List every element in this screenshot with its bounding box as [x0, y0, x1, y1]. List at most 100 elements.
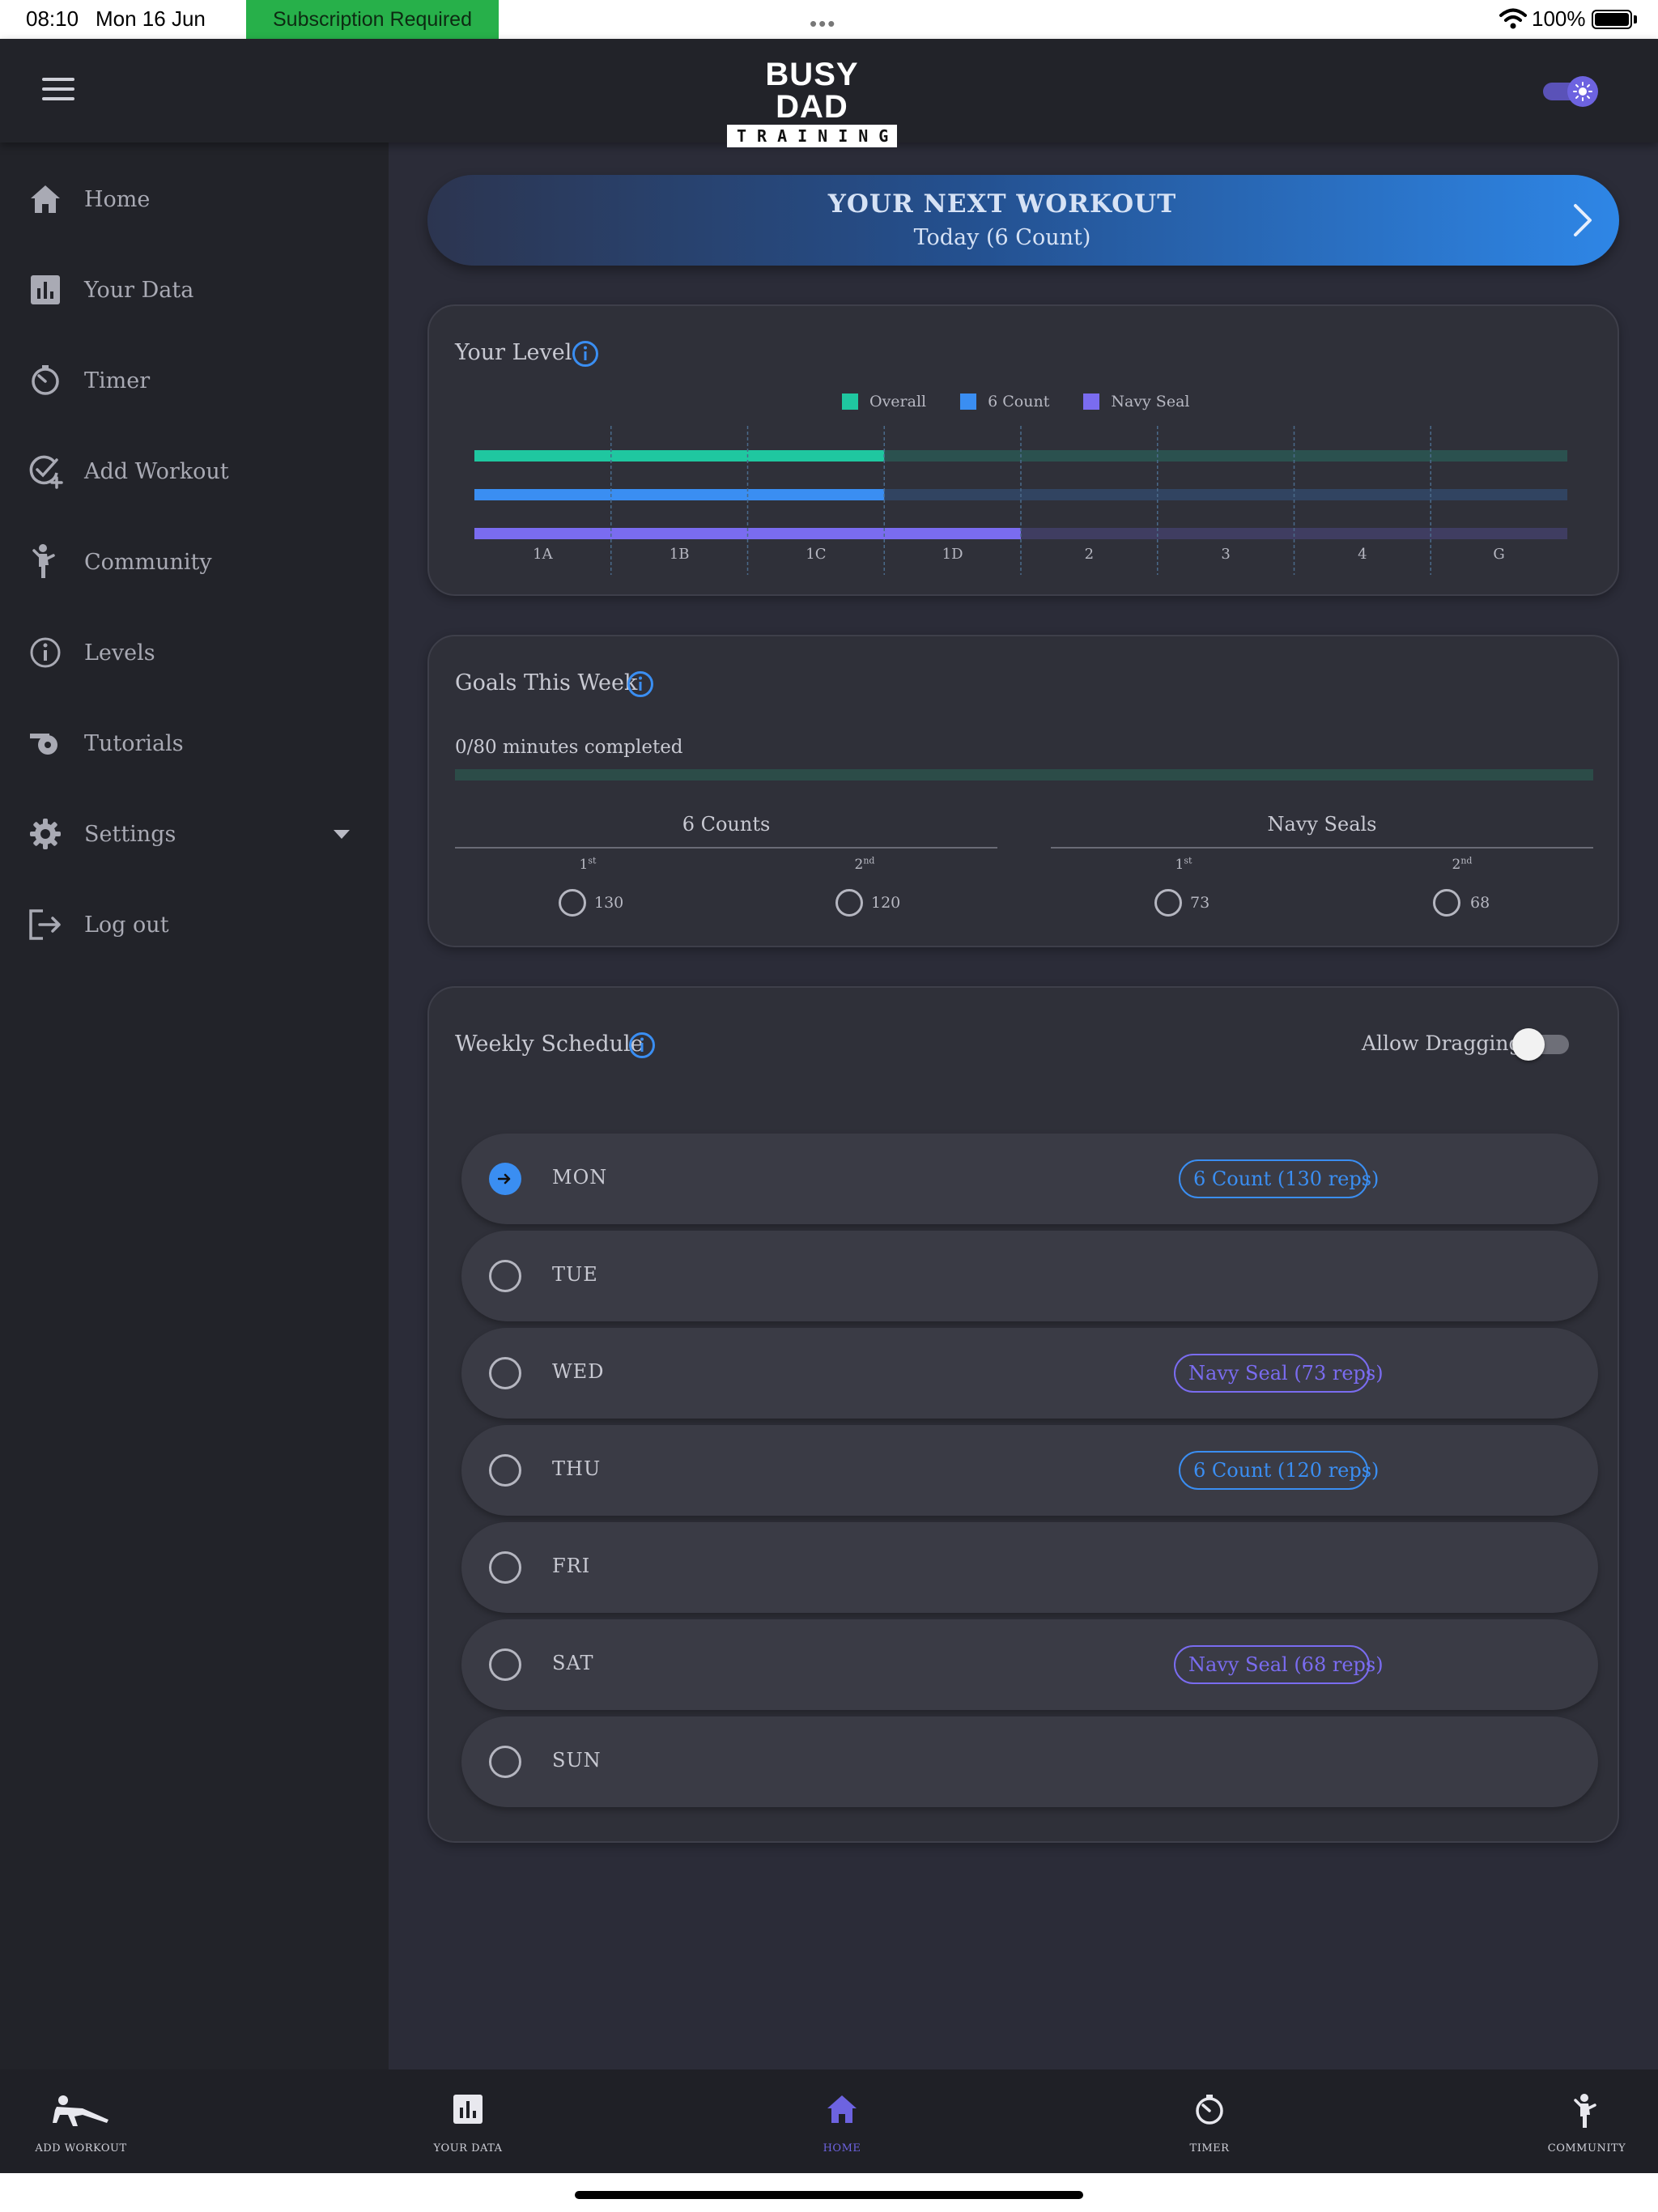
wifi-icon	[1499, 8, 1527, 29]
home-icon	[28, 181, 63, 217]
hamburger-menu-icon[interactable]	[42, 78, 74, 104]
legend-swatch-six-count	[960, 393, 977, 410]
legend-label: 6 Count	[988, 393, 1050, 410]
schedule-day-row[interactable]: THU 6 Count (120 reps)	[461, 1425, 1598, 1516]
chevron-down-icon[interactable]	[334, 829, 350, 839]
app-logo: BUSY DAD TRAINING	[727, 58, 897, 147]
sidebar-item-label: Settings	[84, 821, 176, 847]
app-header: BUSY DAD TRAINING	[0, 39, 1658, 147]
logo-top-text: BUSY DAD	[765, 57, 859, 125]
goal-group-title: Navy Seals	[1267, 813, 1377, 836]
day-radio[interactable]	[489, 1163, 521, 1195]
schedule-day-row[interactable]: FRI	[461, 1522, 1598, 1613]
day-label: SAT	[552, 1652, 594, 1674]
multitasking-dots[interactable]: •••	[810, 11, 836, 36]
home-indicator[interactable]	[575, 2191, 1083, 2199]
status-date: Mon 16 Jun	[96, 6, 206, 31]
goal-checkbox[interactable]	[835, 889, 863, 917]
goal-checkbox[interactable]	[1433, 889, 1460, 917]
goal-checkbox[interactable]	[559, 889, 586, 917]
workout-chip[interactable]: 6 Count (120 reps)	[1179, 1451, 1379, 1490]
community-icon	[28, 544, 63, 580]
schedule-day-row[interactable]: TUE	[461, 1231, 1598, 1321]
day-label: FRI	[552, 1555, 591, 1577]
workout-chip[interactable]: 6 Count (130 reps)	[1179, 1159, 1379, 1198]
schedule-day-row[interactable]: WED Navy Seal (73 reps)	[461, 1328, 1598, 1419]
community-icon	[1506, 2094, 1658, 2133]
chart-tick-label: 2	[1085, 546, 1094, 563]
pushup-icon	[0, 2094, 162, 2133]
theme-toggle[interactable]	[1543, 76, 1598, 107]
sidebar-item-levels[interactable]: Levels	[0, 620, 389, 685]
goal-value: 73	[1190, 894, 1210, 912]
tab-community[interactable]: COMMUNITY	[1506, 2069, 1658, 2173]
bar-chart-icon	[28, 272, 63, 308]
home-icon	[761, 2094, 923, 2133]
subscription-banner[interactable]: Subscription Required	[246, 0, 499, 39]
goal-checkbox[interactable]	[1154, 889, 1182, 917]
tab-timer[interactable]: TIMER	[1129, 2069, 1290, 2173]
workout-chip[interactable]: Navy Seal (73 reps)	[1174, 1354, 1384, 1393]
sidebar-item-logout[interactable]: Log out	[0, 892, 389, 957]
legend-label: Overall	[869, 393, 927, 410]
chart-tick-label: 4	[1358, 546, 1367, 563]
tab-home[interactable]: HOME	[761, 2069, 923, 2173]
home-indicator-area	[0, 2173, 1658, 2212]
schedule-day-row[interactable]: SAT Navy Seal (68 reps)	[461, 1619, 1598, 1710]
schedule-day-row[interactable]: MON 6 Count (130 reps)	[461, 1134, 1598, 1224]
status-bar: 08:10 Mon 16 Jun Subscription Required •…	[0, 0, 1658, 39]
tab-add-workout[interactable]: ADD WORKOUT	[0, 2069, 162, 2173]
chart-tick-label: 1B	[670, 546, 690, 563]
tab-label: TIMER	[1189, 2142, 1230, 2155]
sidebar-item-timer[interactable]: Timer	[0, 348, 389, 413]
day-radio[interactable]	[489, 1454, 521, 1487]
sidebar-item-label: Log out	[84, 912, 169, 938]
goal-group-divider	[455, 847, 997, 849]
allow-dragging-switch[interactable]	[1512, 1028, 1569, 1061]
chart-tick-label: G	[1493, 546, 1504, 563]
add-workout-icon	[28, 453, 63, 489]
info-icon[interactable]	[627, 670, 654, 698]
goal-ordinal: 2nd	[1452, 855, 1473, 873]
sidebar-item-your-data[interactable]: Your Data	[0, 257, 389, 322]
goal-ordinal: 1st	[1175, 855, 1192, 873]
goal-ordinal: 1st	[579, 855, 597, 873]
whistle-icon	[28, 725, 63, 761]
goal-group-divider	[1051, 847, 1593, 849]
sidebar-item-label: Your Data	[84, 277, 194, 303]
level-chart: 1A 1B 1C 1D 2 3 4 G	[474, 426, 1567, 575]
gear-icon	[28, 816, 63, 852]
info-icon[interactable]	[572, 340, 599, 368]
sidebar-item-label: Community	[84, 549, 212, 575]
sidebar-item-settings[interactable]: Settings	[0, 802, 389, 866]
level-bar	[474, 450, 885, 462]
tab-label: ADD WORKOUT	[35, 2142, 127, 2155]
chart-tick-label: 1C	[806, 546, 826, 563]
goal-progress-bar	[455, 769, 1593, 781]
card-title: Your Level	[455, 340, 572, 365]
sidebar: Home Your Data Timer Add Workout Communi…	[0, 143, 389, 2069]
day-radio[interactable]	[489, 1746, 521, 1778]
goals-card: Goals This Week 0/80 minutes completed 6…	[427, 635, 1619, 947]
sidebar-item-add-workout[interactable]: Add Workout	[0, 439, 389, 504]
info-icon	[28, 635, 63, 670]
level-bar	[474, 489, 885, 500]
day-radio[interactable]	[489, 1260, 521, 1292]
next-workout-button[interactable]: YOUR NEXT WORKOUT Today (6 Count)	[427, 175, 1619, 266]
sidebar-item-label: Tutorials	[84, 730, 184, 756]
day-radio[interactable]	[489, 1648, 521, 1681]
day-radio[interactable]	[489, 1357, 521, 1389]
sidebar-item-tutorials[interactable]: Tutorials	[0, 711, 389, 776]
chart-tick-label: 3	[1221, 546, 1230, 563]
goal-value: 130	[594, 894, 624, 912]
sidebar-item-community[interactable]: Community	[0, 530, 389, 594]
workout-chip[interactable]: Navy Seal (68 reps)	[1174, 1645, 1384, 1684]
goal-ordinal: 2nd	[854, 855, 875, 873]
chart-legend: Overall 6 Count Navy Seal	[842, 392, 1189, 411]
sidebar-item-home[interactable]: Home	[0, 167, 389, 232]
logout-icon	[28, 907, 63, 942]
schedule-day-row[interactable]: SUN	[461, 1716, 1598, 1807]
tab-your-data[interactable]: YOUR DATA	[387, 2069, 549, 2173]
day-radio[interactable]	[489, 1551, 521, 1584]
info-icon[interactable]	[628, 1032, 656, 1059]
